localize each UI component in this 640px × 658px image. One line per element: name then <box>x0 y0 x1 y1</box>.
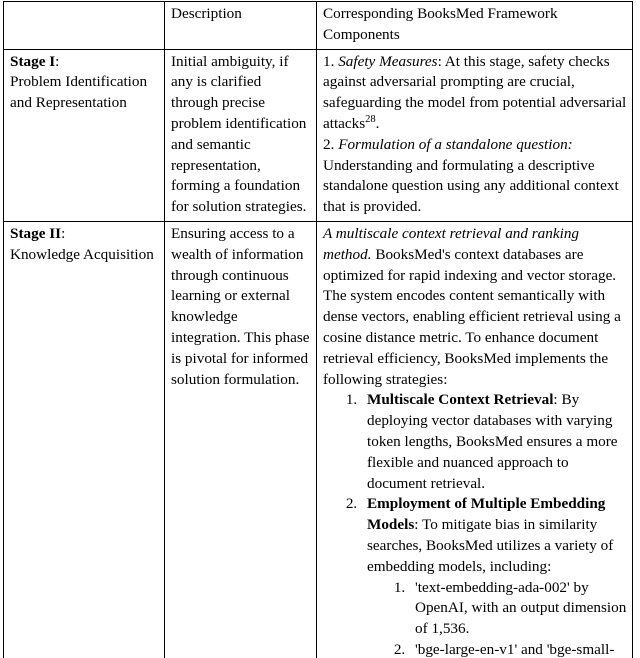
component-text-after-1-1: . <box>375 114 380 132</box>
component-item-1-1: 1. Safety Measures: At this stage, safet… <box>323 52 627 135</box>
list-item: Employment of Multiple Embedding Models:… <box>361 494 627 658</box>
strategy-label-1: Multiscale Context Retrieval <box>367 391 554 409</box>
embedding-model-2: 'bge-large-en-v1' and 'bge-small-en-v1' … <box>415 640 615 658</box>
description-text-1: Initial ambiguity, if any is clarified t… <box>171 52 307 216</box>
table-header-row: Description Corresponding BooksMed Frame… <box>3 1 633 50</box>
component-number-1-2: 2. <box>323 135 335 153</box>
description-cell-2: Ensuring access to a wealth of informati… <box>164 220 317 658</box>
embedding-model-1: 'text-embedding-ada-002' by OpenAI, with… <box>415 578 627 638</box>
description-cell-1: Initial ambiguity, if any is clarified t… <box>164 48 317 222</box>
component-title-1-1: Safety Measures <box>338 52 438 70</box>
document-page: Description Corresponding BooksMed Frame… <box>0 0 640 658</box>
stage-name-2: Knowledge Acquisition <box>10 245 154 263</box>
header-cell-description: Description <box>164 1 317 50</box>
components-cell-1: 1. Safety Measures: At this stage, safet… <box>316 48 633 222</box>
stage-cell-2: Stage II: Knowledge Acquisition <box>3 220 165 658</box>
list-item: Multiscale Context Retrieval: By deployi… <box>361 390 627 494</box>
component-title-1-2: Formulation of a standalone question: <box>338 135 573 153</box>
components-cell-2: A multiscale context retrieval and ranki… <box>316 220 633 658</box>
stage-name-1: Problem Identification and Representatio… <box>10 73 148 112</box>
list-item: 'bge-large-en-v1' and 'bge-small-en-v1' … <box>409 640 627 658</box>
component-text-1-2: Understanding and formulating a descript… <box>323 156 619 216</box>
stage-label-1: Stage I <box>10 52 56 70</box>
description-text-2: Ensuring access to a wealth of informati… <box>171 224 310 388</box>
component-number-1-1: 1. <box>323 52 335 70</box>
components-intro-text: BooksMed's context databases are optimiz… <box>323 245 621 388</box>
component-superscript-1-1: 28 <box>365 113 376 125</box>
strategies-list: Multiscale Context Retrieval: By deployi… <box>323 390 627 658</box>
header-components-label: Corresponding BooksMed Framework Compone… <box>323 5 558 43</box>
table-row: Stage I: Problem Identification and Repr… <box>3 48 633 222</box>
component-item-1-2: 2. Formulation of a standalone question:… <box>323 135 627 218</box>
header-description-label: Description <box>171 5 242 22</box>
framework-table: Description Corresponding BooksMed Frame… <box>3 1 633 658</box>
components-intro-paragraph: A multiscale context retrieval and ranki… <box>323 224 627 390</box>
embedding-models-list: 'text-embedding-ada-002' by OpenAI, with… <box>367 578 627 658</box>
stage-label-suffix-1: : <box>55 52 60 70</box>
header-cell-blank <box>3 1 165 50</box>
stage-label-suffix-2: : <box>61 224 66 242</box>
list-item: 'text-embedding-ada-002' by OpenAI, with… <box>409 578 627 640</box>
stage-cell-1: Stage I: Problem Identification and Repr… <box>3 48 165 222</box>
stage-label-2: Stage II <box>10 224 62 242</box>
header-cell-components: Corresponding BooksMed Framework Compone… <box>316 1 633 50</box>
table-row: Stage II: Knowledge Acquisition Ensuring… <box>3 220 633 658</box>
